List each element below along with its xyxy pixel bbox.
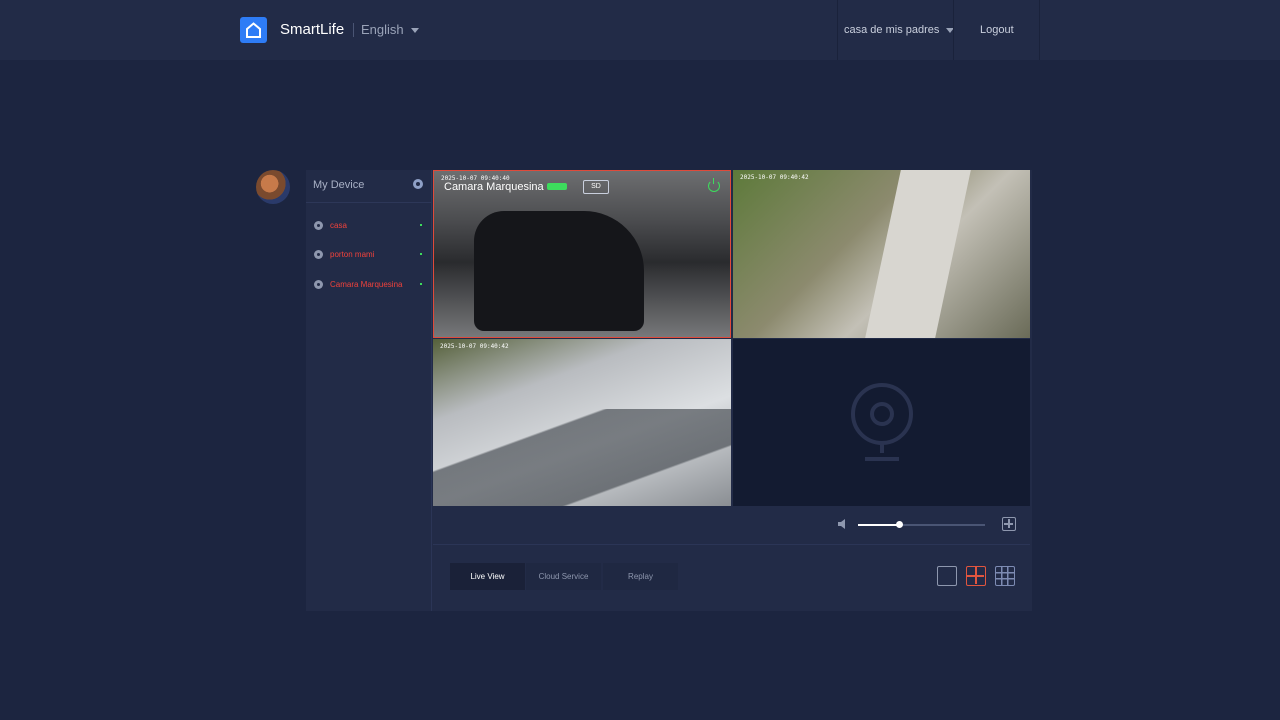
video-feed-3[interactable]: 2025-10-07 09:40:42 — [433, 339, 731, 506]
device-list-header: My Device — [306, 170, 431, 203]
fullscreen-icon[interactable] — [1002, 517, 1016, 531]
video-timestamp: 2025-10-07 09:40:42 — [440, 343, 509, 350]
online-status-dot — [420, 253, 422, 255]
layout-nine-button[interactable] — [995, 566, 1015, 586]
video-feed-2[interactable]: 2025-10-07 09:40:42 — [733, 170, 1030, 338]
tab-live-view[interactable]: Live View — [450, 563, 525, 590]
device-name: Camara Marquesina — [330, 279, 403, 289]
device-item-porton-mami[interactable]: porton mami — [314, 247, 426, 261]
camera-icon — [314, 249, 323, 259]
tab-cloud-service[interactable]: Cloud Service — [526, 563, 601, 590]
header-divider — [837, 0, 838, 60]
device-name: casa — [330, 220, 347, 230]
device-item-camara-marquesina[interactable]: Camara Marquesina — [314, 277, 426, 291]
camera-icon — [314, 279, 323, 289]
refresh-icon[interactable] — [413, 179, 423, 189]
online-status-dot — [420, 283, 422, 285]
device-name: porton mami — [330, 249, 375, 259]
volume-icon[interactable] — [838, 519, 846, 529]
camera-name-overlay: Camara Marquesina — [444, 181, 544, 193]
video-timestamp: 2025-10-07 09:40:42 — [740, 174, 809, 181]
volume-slider-fill — [858, 524, 899, 526]
home-label: casa de mis padres — [844, 24, 940, 36]
top-header: SmartLife English casa de mis padres Log… — [0, 0, 1280, 60]
tab-replay[interactable]: Replay — [603, 563, 678, 590]
brand-separator — [353, 23, 354, 37]
online-status-dot — [420, 224, 422, 226]
header-divider — [953, 0, 954, 60]
video-frame-content — [474, 211, 644, 331]
video-feed-1[interactable]: 2025-10-07 09:40:40 — [433, 170, 731, 338]
layout-four-button[interactable] — [966, 566, 986, 586]
device-list-title: My Device — [313, 179, 365, 191]
playback-control-bar — [433, 507, 1030, 545]
home-selector[interactable]: casa de mis padres — [844, 24, 955, 36]
volume-slider-handle[interactable] — [896, 521, 903, 528]
power-icon[interactable] — [708, 178, 720, 192]
user-avatar[interactable] — [256, 170, 290, 204]
layout-single-button[interactable] — [937, 566, 957, 586]
brand-name[interactable]: SmartLife — [280, 21, 344, 38]
language-selector[interactable]: English — [361, 22, 419, 37]
video-frame-content — [433, 409, 731, 506]
language-label: English — [361, 22, 404, 37]
video-frame-content — [865, 170, 971, 338]
video-feed-empty[interactable] — [733, 339, 1030, 506]
quality-sd-button[interactable]: SD — [583, 180, 609, 194]
camera-icon — [314, 220, 323, 230]
chevron-down-icon — [410, 27, 419, 33]
live-status-badge — [547, 183, 567, 190]
device-item-casa[interactable]: casa — [314, 218, 426, 232]
smartlife-logo-icon[interactable] — [240, 17, 267, 43]
device-sidebar: My Device casa porton mami Camara Marque… — [306, 170, 432, 611]
header-divider — [1039, 0, 1040, 60]
logout-button[interactable]: Logout — [980, 24, 1014, 36]
camera-placeholder-icon — [851, 383, 913, 461]
